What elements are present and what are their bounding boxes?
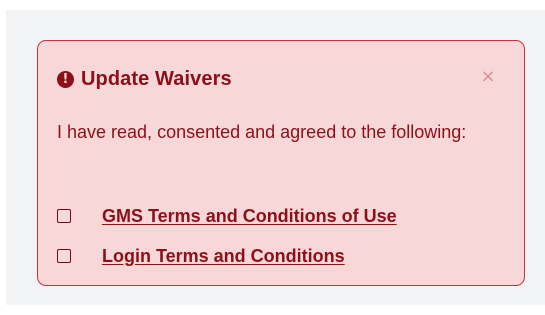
gms-terms-checkbox[interactable] [57,209,71,223]
close-button[interactable]: × [478,65,498,89]
login-terms-link[interactable]: Login Terms and Conditions [102,246,345,267]
alert-header: ! Update Waivers [57,67,232,91]
alert-message: I have read, consented and agreed to the… [57,122,467,142]
gms-terms-link[interactable]: GMS Terms and Conditions of Use [102,206,397,227]
waiver-item-gms-terms: GMS Terms and Conditions of Use [57,203,397,229]
exclamation-circle-icon: ! [57,70,74,88]
alert-title: Update Waivers [81,67,232,90]
waiver-item-login-terms: Login Terms and Conditions [57,243,397,269]
login-terms-checkbox[interactable] [57,249,71,263]
update-waivers-alert: ! Update Waivers × I have read, consente… [37,40,525,286]
waiver-list: GMS Terms and Conditions of Use Login Te… [57,203,397,283]
